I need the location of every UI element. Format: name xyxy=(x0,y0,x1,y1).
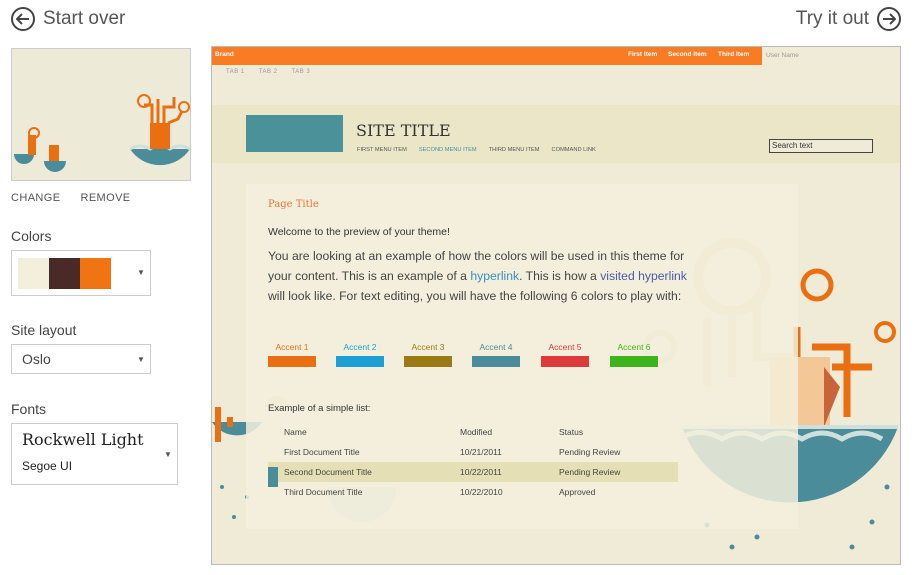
site-layout-value: Oslo xyxy=(22,351,51,367)
selection-marker xyxy=(268,467,278,487)
change-image-link[interactable]: CHANGE xyxy=(11,192,60,204)
list-header-row: Name Modified Status xyxy=(268,422,678,442)
tab-3[interactable]: TAB 3 xyxy=(291,69,310,75)
search-input[interactable]: Search text xyxy=(769,139,873,153)
column-header-status[interactable]: Status xyxy=(559,427,583,437)
column-header-modified[interactable]: Modified xyxy=(460,427,492,437)
try-it-out-label: Try it out xyxy=(795,8,869,29)
list-cell-name: Second Document Title xyxy=(284,467,372,477)
accent-3-label: Accent 3 xyxy=(411,342,445,352)
suite-link-second[interactable]: Second Item xyxy=(668,51,707,58)
menu-item-third[interactable]: THIRD MENU ITEM xyxy=(489,147,540,153)
tab-1[interactable]: TAB 1 xyxy=(226,69,245,75)
accent-6: Accent 6 xyxy=(610,342,658,367)
accent-2: Accent 2 xyxy=(336,342,384,367)
body-paragraph: You are looking at an example of how the… xyxy=(268,246,688,306)
background-image-thumbnail xyxy=(11,48,191,181)
list-cell-name: First Document Title xyxy=(284,447,360,457)
remove-image-link[interactable]: REMOVE xyxy=(80,192,130,204)
start-over-button[interactable]: Start over xyxy=(11,7,125,31)
forward-arrow-icon xyxy=(877,7,901,31)
list-cell-modified: 10/22/2011 xyxy=(460,467,502,477)
column-header-name[interactable]: Name xyxy=(284,427,307,437)
menu-command-link[interactable]: COMMAND LINK xyxy=(552,147,596,153)
fonts-dropdown[interactable]: Rockwell Light Segoe UI ▼ xyxy=(11,423,178,485)
site-title: SITE TITLE xyxy=(356,121,451,140)
list-row-selected[interactable]: Second Document Title 10/22/2011 Pending… xyxy=(268,462,678,482)
accent-5-label: Accent 5 xyxy=(548,342,582,352)
chevron-down-icon: ▼ xyxy=(137,268,145,277)
list-title: Example of a simple list: xyxy=(268,403,371,414)
list-cell-status: Pending Review xyxy=(559,447,621,457)
try-it-out-button[interactable]: Try it out xyxy=(796,7,901,31)
chevron-down-icon: ▼ xyxy=(164,450,172,459)
tab-strip: TAB 1 TAB 2 TAB 3 xyxy=(226,69,310,75)
list-cell-status: Pending Review xyxy=(559,467,621,477)
start-over-label: Start over xyxy=(43,8,126,29)
color-swatch-dark xyxy=(49,258,80,289)
body-text-3: will look like. For text editing, you wi… xyxy=(268,289,682,303)
accent-4-label: Accent 4 xyxy=(479,342,513,352)
suite-link-first[interactable]: First Item xyxy=(628,51,657,58)
list-cell-name: Third Document Title xyxy=(284,487,363,497)
fonts-label: Fonts xyxy=(11,401,47,417)
color-swatch-background xyxy=(18,258,49,289)
color-swatch-accent xyxy=(80,258,111,289)
content-area: Page Title Welcome to the preview of you… xyxy=(246,184,798,529)
list-cell-modified: 10/21/2011 xyxy=(460,447,502,457)
site-logo xyxy=(246,115,343,152)
color-scheme-dropdown[interactable]: ▼ xyxy=(11,250,151,296)
body-font-name: Segoe UI xyxy=(22,459,73,473)
list-cell-modified: 10/22/2010 xyxy=(460,487,503,497)
colors-label: Colors xyxy=(11,228,52,244)
accent-1-label: Accent 1 xyxy=(275,342,309,352)
body-text-2: . This is how a xyxy=(519,269,601,283)
site-layout-label: Site layout xyxy=(11,322,77,338)
chevron-down-icon: ▼ xyxy=(137,355,145,364)
site-layout-dropdown[interactable]: Oslo ▼ xyxy=(11,344,151,374)
left-panel: CHANGE REMOVE Colors ▼ Site layout Oslo … xyxy=(0,40,200,575)
accent-2-bar xyxy=(336,356,384,367)
accent-1-bar xyxy=(268,356,316,367)
accent-4-bar xyxy=(472,356,520,367)
accent-4: Accent 4 xyxy=(472,342,520,367)
hyperlink[interactable]: hyperlink xyxy=(470,269,519,283)
accent-6-bar xyxy=(610,356,658,367)
accent-5-bar xyxy=(541,356,589,367)
image-actions: CHANGE REMOVE xyxy=(11,192,131,204)
accent-6-label: Accent 6 xyxy=(617,342,651,352)
accent-5: Accent 5 xyxy=(541,342,589,367)
menu-item-first[interactable]: FIRST MENU ITEM xyxy=(357,147,407,153)
welcome-text: Welcome to the preview of your theme! xyxy=(268,226,450,238)
brand-label: Brand xyxy=(215,51,234,58)
list-row[interactable]: First Document Title 10/21/2011 Pending … xyxy=(268,442,678,462)
menu-item-second[interactable]: SECOND MENU ITEM xyxy=(419,147,477,153)
visited-hyperlink[interactable]: visited hyperlink xyxy=(600,269,687,283)
tab-2[interactable]: TAB 2 xyxy=(259,69,278,75)
heading-font-name: Rockwell Light xyxy=(22,430,144,449)
back-arrow-icon xyxy=(11,7,35,31)
suite-link-third[interactable]: Third Item xyxy=(718,51,749,58)
top-menu: FIRST MENU ITEM SECOND MENU ITEM THIRD M… xyxy=(357,147,596,153)
list-cell-status: Approved xyxy=(559,487,596,497)
accent-1: Accent 1 xyxy=(268,342,316,367)
page-title: Page Title xyxy=(268,199,319,210)
list-row[interactable]: Third Document Title 10/22/2010 Approved xyxy=(268,482,678,502)
theme-preview: Brand First Item Second Item Third Item … xyxy=(211,46,901,565)
accent-3-bar xyxy=(404,356,452,367)
user-name[interactable]: User Name xyxy=(766,52,799,59)
top-nav: Start over Try it out xyxy=(0,0,919,40)
accent-2-label: Accent 2 xyxy=(343,342,377,352)
accent-3: Accent 3 xyxy=(404,342,452,367)
